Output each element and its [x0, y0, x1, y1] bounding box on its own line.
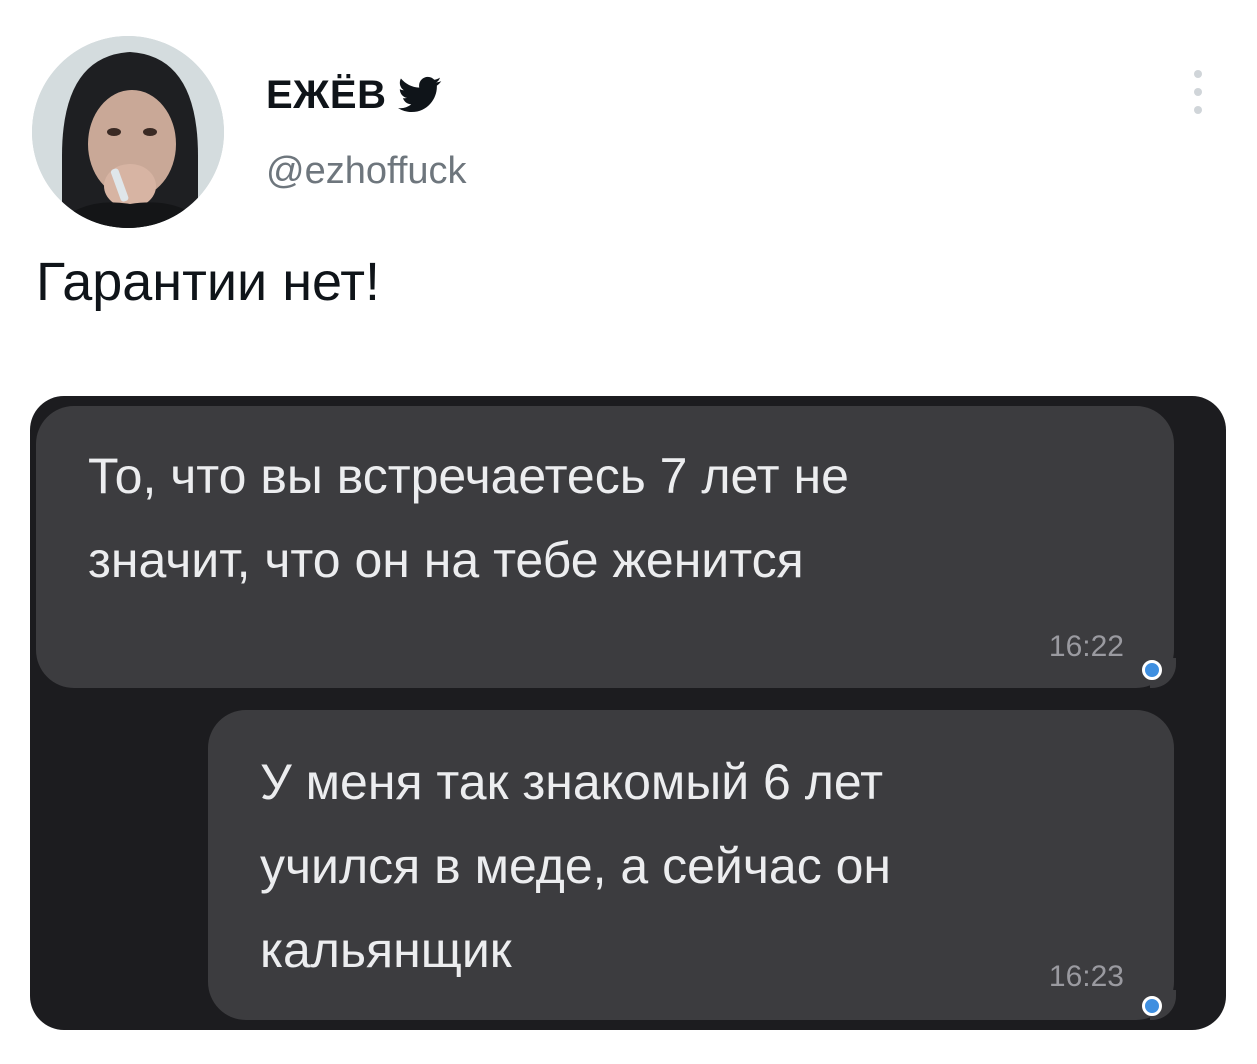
- author-display-name[interactable]: ЕЖЁВ: [266, 73, 386, 118]
- chat-message-bubble: У меня так знакомый 6 лет учился в меде,…: [208, 710, 1174, 1020]
- chat-message-bubble: То, что вы встречаетесь 7 лет не значит,…: [36, 406, 1174, 688]
- chat-message-time: 16:23: [1048, 960, 1124, 993]
- author-name-row: ЕЖЁВ: [266, 68, 442, 122]
- tweet-text: Гарантии нет!: [36, 252, 380, 312]
- tweet-media-chat-screenshot[interactable]: То, что вы встречаетесь 7 лет не значит,…: [30, 396, 1226, 1030]
- menu-dot: [1194, 106, 1202, 114]
- menu-dot: [1194, 70, 1202, 78]
- chat-message-text: То, что вы встречаетесь 7 лет не значит,…: [88, 448, 849, 588]
- read-status-icon: [1142, 660, 1162, 680]
- author-avatar[interactable]: [32, 36, 224, 228]
- chat-message-time: 16:22: [1048, 630, 1124, 663]
- menu-dot: [1194, 88, 1202, 96]
- twitter-bird-icon: [398, 75, 442, 115]
- more-vertical-icon[interactable]: [1186, 70, 1210, 114]
- author-handle[interactable]: @ezhoffuck: [266, 150, 467, 193]
- chat-message-text: У меня так знакомый 6 лет учился в меде,…: [260, 754, 892, 978]
- read-status-icon: [1142, 996, 1162, 1016]
- avatar-photo: [32, 36, 224, 228]
